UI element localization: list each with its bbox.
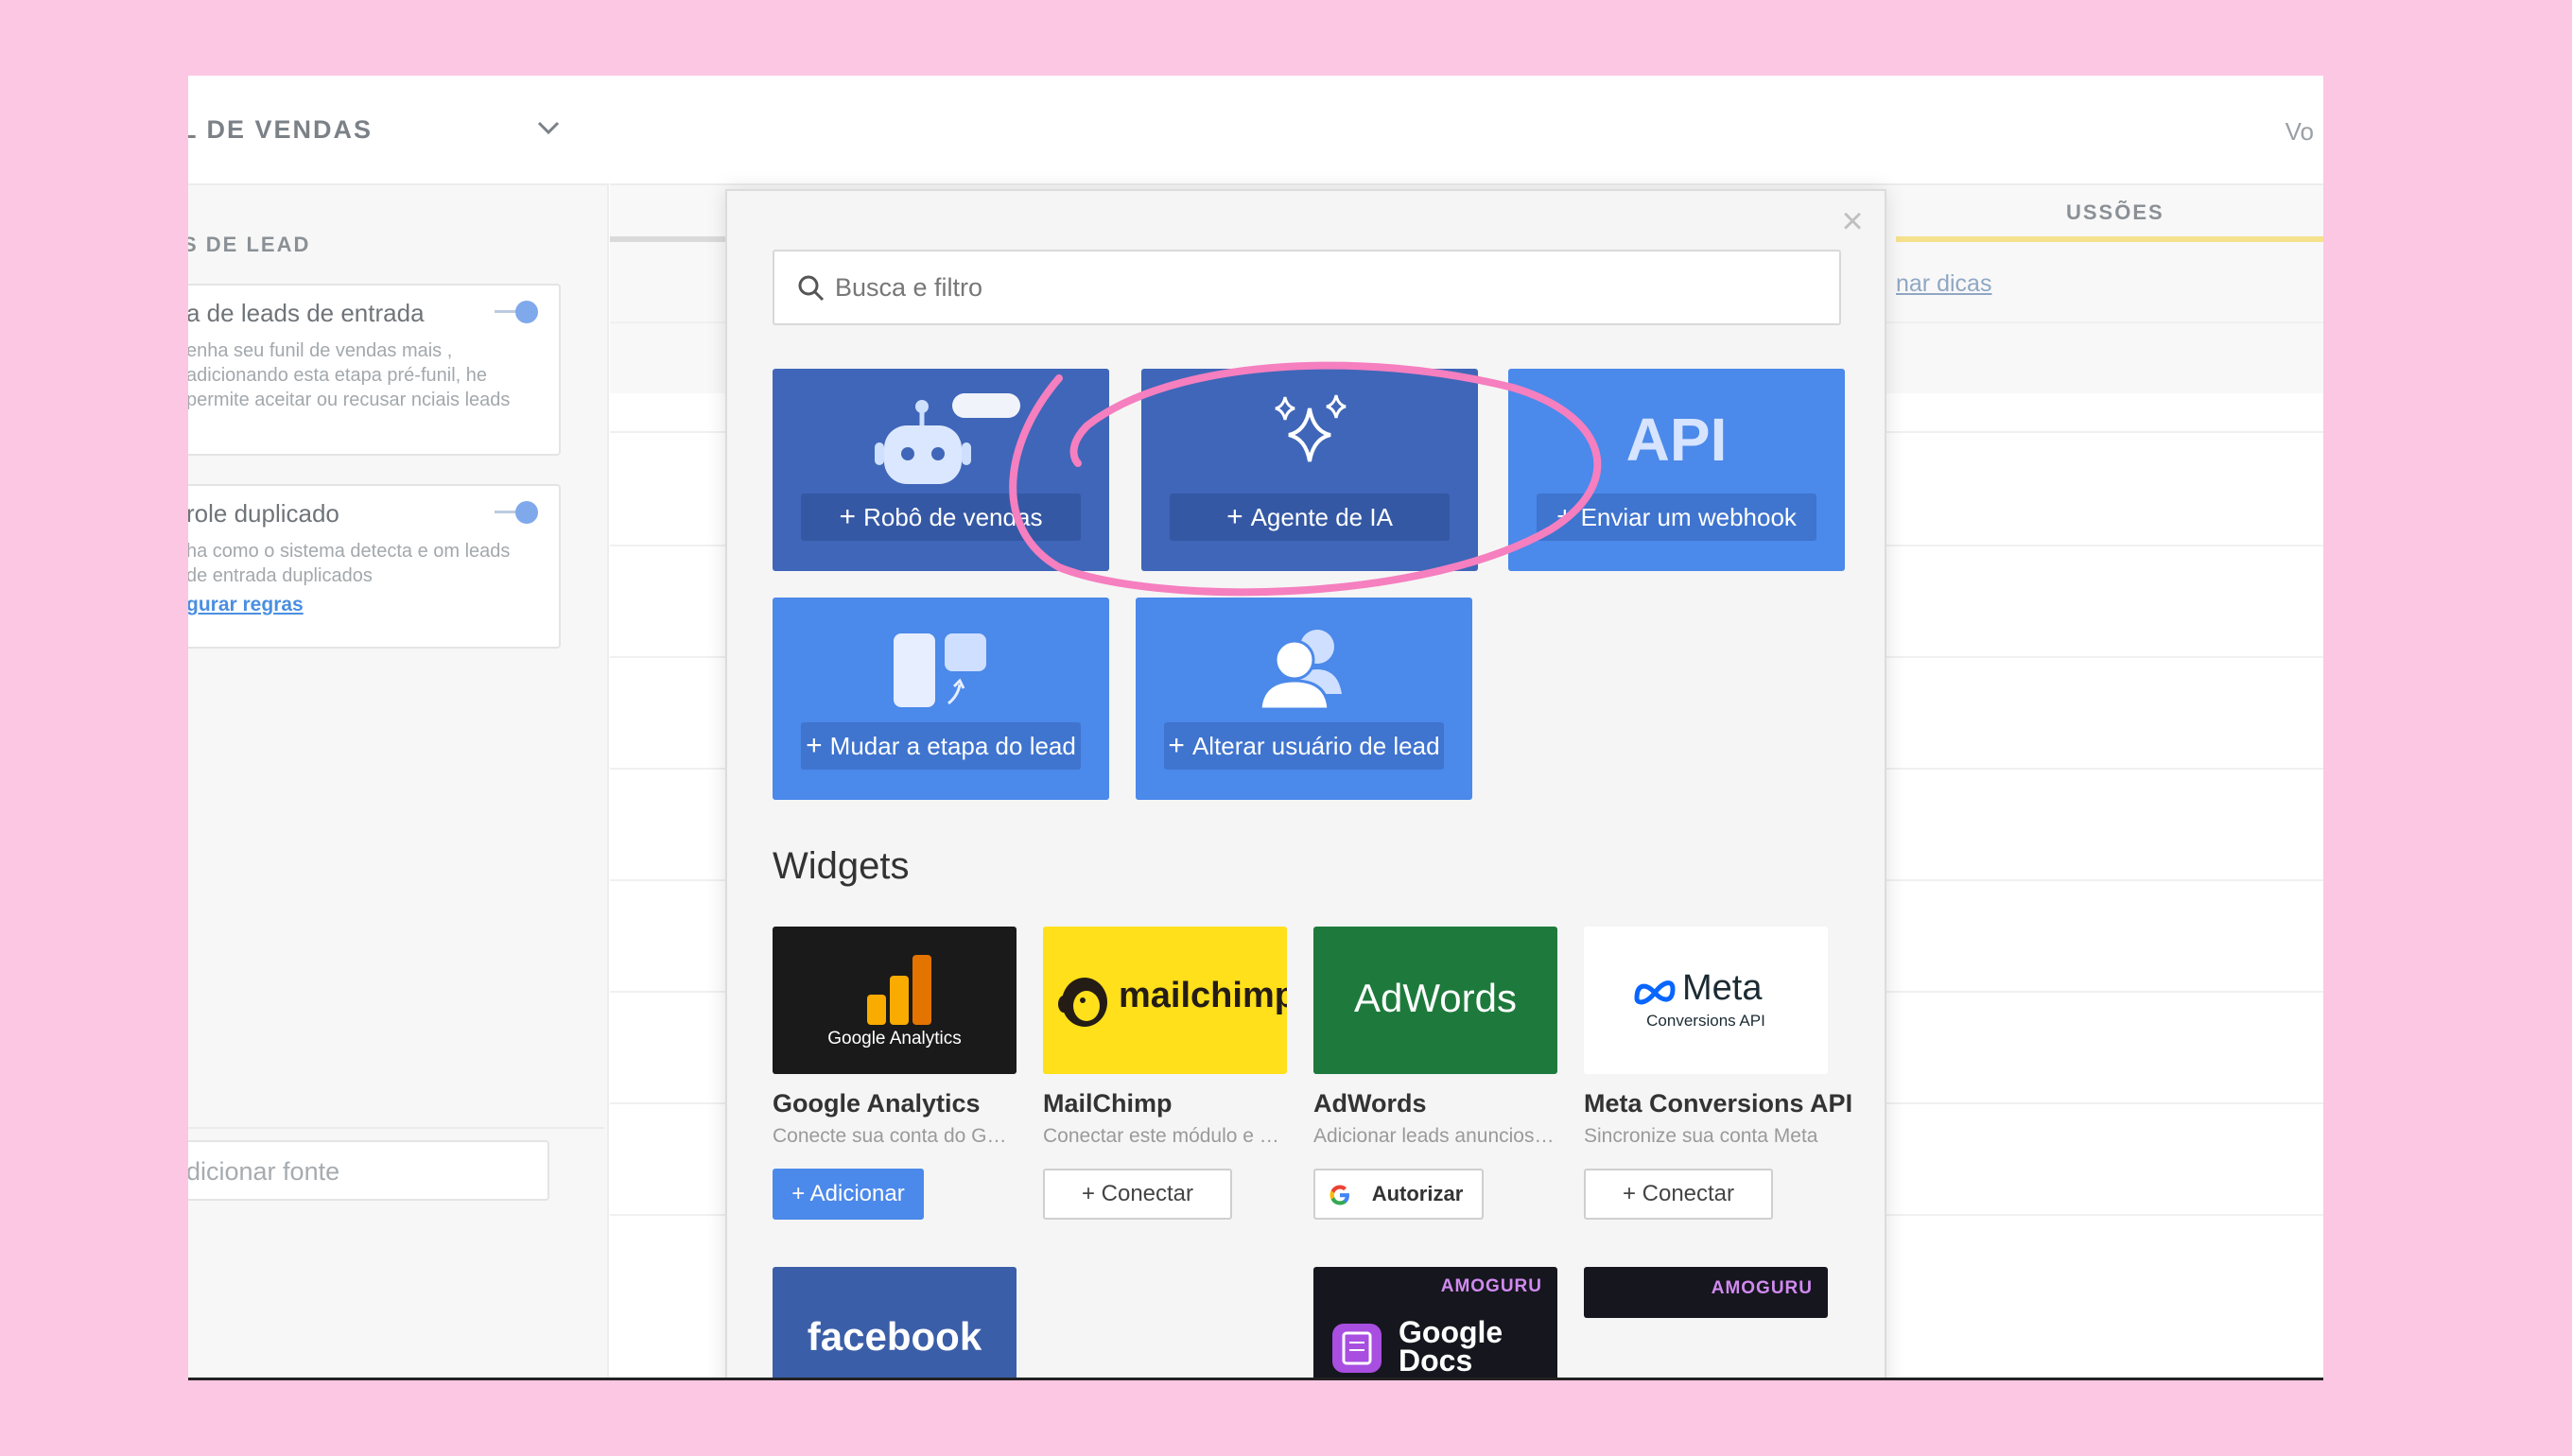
pipeline-title: L DE VENDAS — [188, 115, 374, 144]
authorize-adwords-button[interactable]: Autorizar — [1313, 1169, 1484, 1220]
board-toolbar: Vo — [610, 76, 2323, 185]
connect-meta-button[interactable]: + Conectar — [1584, 1169, 1773, 1220]
duplicate-control-toggle[interactable] — [495, 499, 538, 526]
toolbar-text: Vo — [2285, 117, 2314, 146]
google-g-icon — [1329, 1185, 1349, 1205]
facebook-widget-logo[interactable]: facebook — [773, 1267, 1017, 1378]
add-source-button[interactable]: dicionar fonte — [188, 1140, 549, 1201]
configure-rules-link[interactable]: gurar regras — [188, 594, 304, 616]
logo-text: AdWords — [1354, 976, 1517, 1020]
sparkles-icon — [1275, 394, 1347, 462]
add-source-label: dicionar fonte — [188, 1157, 340, 1186]
authorize-label: Autorizar — [1371, 1182, 1464, 1205]
add-ai-agent-button[interactable]: + Agente de IA — [1170, 494, 1450, 541]
app-window: L DE VENDAS S DE LEAD a de leads de entr… — [188, 76, 2323, 1380]
amoguru-widget-logo[interactable]: AMOGURU — [1584, 1267, 1828, 1318]
logo-text: facebook — [807, 1314, 982, 1359]
google-docs-icon — [1332, 1324, 1382, 1373]
divider — [188, 1127, 604, 1129]
search-box — [773, 250, 1841, 325]
chevron-down-icon[interactable] — [534, 113, 563, 142]
widget-description: Conectar este módulo e usar — [1043, 1125, 1287, 1147]
logo-text: Google Docs — [1399, 1315, 1503, 1378]
incoming-leads-toggle[interactable] — [495, 299, 538, 325]
change-lead-user-button[interactable]: + Alterar usuário de lead — [1164, 722, 1444, 770]
tile-webhook[interactable]: API + Enviar um webhook — [1508, 369, 1845, 571]
google-analytics-logo: Google Analytics — [773, 927, 1017, 1074]
stage-change-icon — [894, 633, 986, 707]
widget-description: Sincronize sua conta Meta — [1584, 1125, 1818, 1147]
change-lead-stage-button[interactable]: + Mudar a etapa do lead — [801, 722, 1081, 770]
widget-description: Adicionar leads anuncios do AdWords — [1313, 1125, 1557, 1147]
meta-infinity-icon — [1634, 980, 1676, 1005]
widget-name: MailChimp — [1043, 1089, 1173, 1118]
google-docs-widget-logo[interactable]: AMOGURU Google Docs — [1313, 1267, 1557, 1378]
card-title: a de leads de entrada — [188, 299, 425, 327]
add-google-analytics-button[interactable]: + Adicionar — [773, 1169, 924, 1220]
mailchimp-logo: mailchimp — [1043, 927, 1287, 1074]
add-sales-bot-button[interactable]: + Robô de vendas — [801, 494, 1081, 541]
pipeline-header[interactable]: L DE VENDAS — [188, 76, 609, 185]
search-icon — [798, 275, 825, 302]
tile-change-lead-stage[interactable]: + Mudar a etapa do lead — [773, 598, 1109, 800]
mailchimp-monkey-icon — [1058, 978, 1107, 1027]
google-analytics-icon — [867, 955, 931, 1025]
connect-mailchimp-button[interactable]: + Conectar — [1043, 1169, 1232, 1220]
logo-text: Google Analytics — [827, 1029, 962, 1049]
meta-logo: Meta Conversions API — [1584, 927, 1828, 1074]
column-name: USSÕES — [2066, 200, 2164, 224]
lead-sources-label: S DE LEAD — [188, 233, 311, 256]
tile-ai-agent[interactable]: + Agente de IA — [1141, 369, 1478, 571]
robot-icon — [875, 393, 1020, 484]
add-trigger-modal: × +Robô de vendas — [725, 189, 1886, 1378]
logo-text: mailchimp — [1119, 976, 1287, 1015]
logo-text: Meta — [1682, 968, 1763, 1008]
send-webhook-button[interactable]: + Enviar um webhook — [1537, 494, 1816, 541]
adwords-logo: AdWords — [1313, 927, 1557, 1074]
widget-description: Conecte sua conta do Google Analytics — [773, 1125, 1017, 1147]
widget-name: Meta Conversions API — [1584, 1089, 1853, 1118]
pipeline-settings-panel: L DE VENDAS S DE LEAD a de leads de entr… — [188, 76, 609, 1378]
tile-change-lead-user[interactable]: + Alterar usuário de lead — [1136, 598, 1472, 800]
card-description: ha como o sistema detecta e om leads de … — [188, 541, 511, 586]
card-title: role duplicado — [188, 499, 339, 528]
api-icon: API — [1625, 406, 1728, 474]
users-icon — [1259, 630, 1342, 711]
column-color-line — [1896, 236, 2323, 242]
logo-subtext: Conversions API — [1646, 1012, 1765, 1030]
column-color-line — [610, 236, 733, 242]
close-icon[interactable]: × — [1833, 202, 1871, 240]
brand-text: AMOGURU — [1711, 1278, 1813, 1298]
card-description: enha seu funil de vendas mais , adiciona… — [188, 340, 511, 410]
widgets-section-title: Widgets — [773, 845, 910, 887]
duplicate-control-card[interactable]: role duplicado ha como o sistema detecta… — [188, 484, 561, 649]
tile-sales-bot[interactable]: + Robô de vendas — [773, 369, 1109, 571]
brand-text: AMOGURU — [1440, 1276, 1542, 1296]
widget-name: AdWords — [1313, 1089, 1427, 1118]
widget-name: Google Analytics — [773, 1089, 981, 1118]
search-input[interactable] — [835, 251, 1818, 323]
incoming-leads-card[interactable]: a de leads de entrada enha seu funil de … — [188, 284, 561, 456]
tips-link[interactable]: nar dicas — [1896, 270, 1991, 298]
